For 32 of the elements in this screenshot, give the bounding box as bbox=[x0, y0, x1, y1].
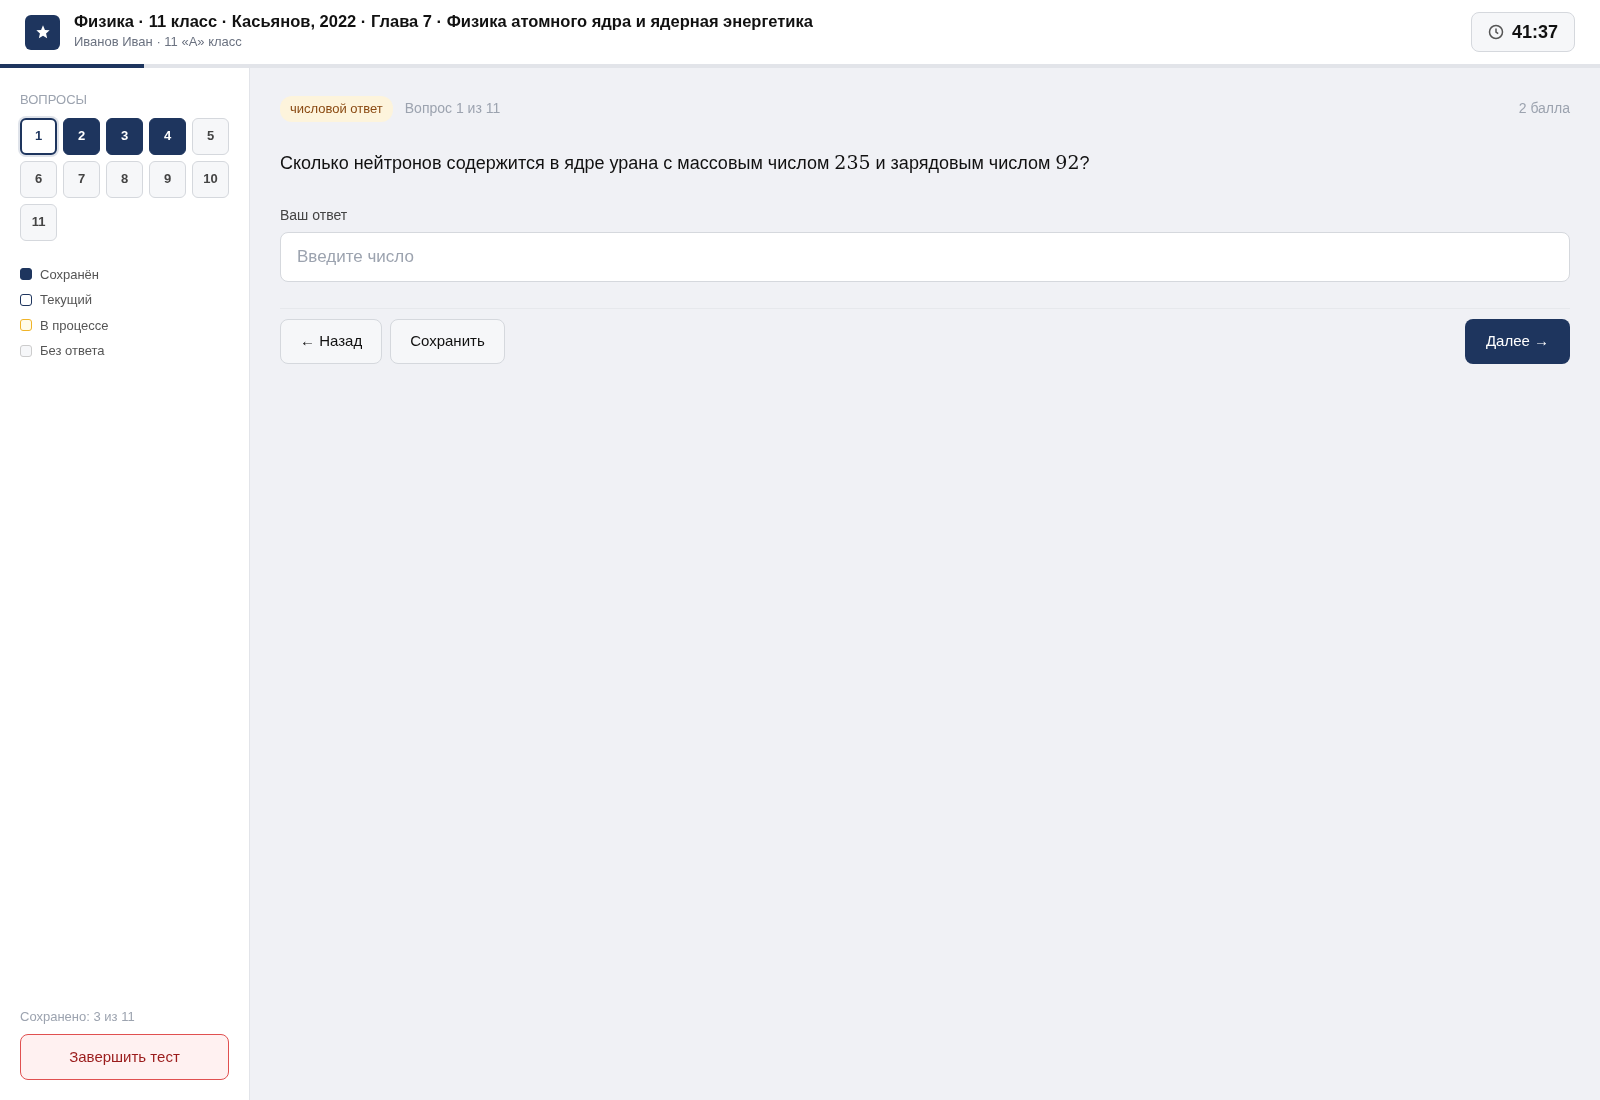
question-number-button[interactable]: 7 bbox=[63, 160, 100, 198]
section-heading: ВОПРОСЫ bbox=[20, 91, 89, 109]
question-number-button[interactable]: 1 bbox=[20, 117, 57, 155]
question-type-tag: числовой ответ bbox=[280, 96, 393, 122]
legend-label: Текущий bbox=[40, 291, 92, 309]
star-logo-icon bbox=[25, 14, 60, 50]
question-counter: Вопрос 1 из 11 bbox=[404, 99, 501, 119]
question-text: Сколько нейтронов содержится в ядре урана с массовым числом 235 и зарядовым числом 92? bbox=[280, 149, 1091, 175]
clock-icon bbox=[1487, 24, 1504, 40]
legend-label: Без ответа bbox=[40, 342, 105, 360]
test-title: Физика · 11 класс · Касьянов, 2022 · Глава 7 · Физика атомного ядра и ядерная энергетика bbox=[74, 12, 813, 33]
next-button[interactable]: Далее → bbox=[1464, 318, 1570, 364]
legend-label: В процессе bbox=[40, 316, 109, 335]
student-name: Иванов Иван · 11 «А» класс bbox=[74, 33, 243, 52]
save-button[interactable]: Сохранить bbox=[390, 318, 505, 364]
question-number-button[interactable]: 3 bbox=[106, 117, 143, 155]
question-number-button[interactable]: 6 bbox=[20, 160, 57, 198]
question-number-button[interactable]: 11 bbox=[20, 203, 57, 241]
timer-text: 41:37 bbox=[1511, 20, 1558, 44]
finish-test-button[interactable]: Завершить тест bbox=[20, 1034, 229, 1080]
question-number-button[interactable]: 8 bbox=[106, 160, 143, 198]
question-points: 2 балла bbox=[1518, 99, 1570, 119]
back-button[interactable]: ← Назад bbox=[280, 318, 383, 364]
question-number-button[interactable]: 10 bbox=[192, 160, 229, 198]
question-number-button[interactable]: 4 bbox=[149, 117, 186, 155]
question-number-button[interactable]: 5 bbox=[192, 117, 229, 155]
saved-count: Сохранено: 3 из 11 bbox=[20, 1007, 136, 1026]
answer-field[interactable]: Введите число bbox=[280, 231, 1570, 282]
answer-label: Ваш ответ bbox=[280, 205, 349, 225]
question-number-button[interactable]: 9 bbox=[149, 160, 186, 198]
legend-label: Сохранён bbox=[40, 265, 100, 284]
question-number-button[interactable]: 2 bbox=[63, 117, 100, 155]
